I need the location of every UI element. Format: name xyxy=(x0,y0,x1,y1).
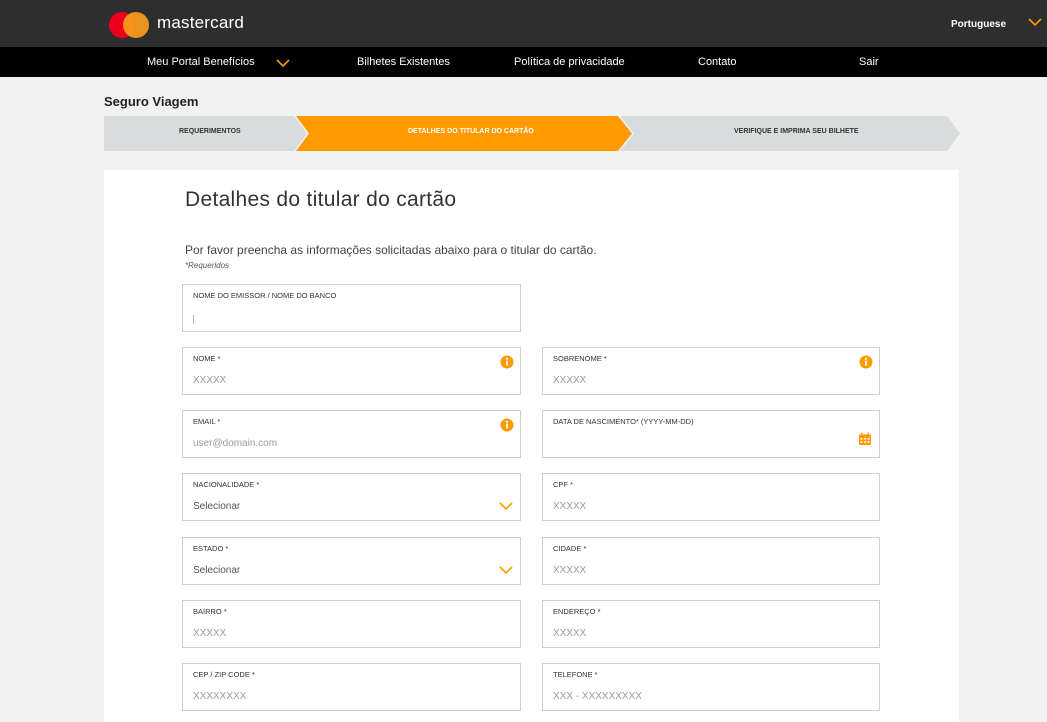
nav-item-contact[interactable]: Contato xyxy=(698,56,737,68)
nav-item-privacy[interactable]: Política de privacidade xyxy=(514,56,625,68)
field-label: EMAIL * xyxy=(193,417,221,426)
chevron-down-icon[interactable] xyxy=(499,565,513,575)
main-nav: Meu Portal Benefícios Bilhetes Existente… xyxy=(0,47,1047,77)
nav-item-tickets[interactable]: Bilhetes Existentes xyxy=(357,56,450,68)
field-label: ESTADO * xyxy=(193,544,229,553)
field-placeholder: user@domain.com xyxy=(193,438,278,449)
info-circle-icon[interactable] xyxy=(500,355,514,369)
field-placeholder: XXXXXXXX xyxy=(193,691,247,702)
chevron-down-icon[interactable] xyxy=(1028,17,1042,27)
first-name-field[interactable]: NOME * XXXXX xyxy=(182,347,521,395)
info-circle-icon[interactable] xyxy=(859,355,873,369)
chevron-down-icon[interactable] xyxy=(499,501,513,511)
chevron-down-icon[interactable] xyxy=(276,58,290,68)
nav-item-logout[interactable]: Sair xyxy=(859,56,879,68)
required-note: *Requeridos xyxy=(185,261,230,270)
field-label: ENDEREÇO * xyxy=(553,607,601,616)
field-placeholder: XXXXX xyxy=(193,375,227,386)
language-selector[interactable]: Portuguese xyxy=(951,19,1006,30)
step-cardholder-details: DETALHES DO TITULAR DO CARTÃO xyxy=(408,128,534,135)
nationality-select[interactable]: NACIONALIDADE * Selecionar xyxy=(182,473,521,521)
issuer-field[interactable]: NOME DO EMISSOR / NOME DO BANCO xyxy=(182,284,521,332)
step-verify-print: VERIFIQUE E IMPRIMA SEU BILHETE xyxy=(734,128,859,135)
select-value: Selecionar xyxy=(193,565,241,576)
text-cursor xyxy=(193,315,194,324)
city-field[interactable]: CIDADE * XXXXX xyxy=(542,537,880,585)
address-field[interactable]: ENDEREÇO * XXXXX xyxy=(542,600,880,648)
calendar-icon[interactable] xyxy=(858,432,872,446)
field-label: CIDADE * xyxy=(553,544,587,553)
form-card: Detalhes do titular do cartão Por favor … xyxy=(104,170,959,722)
phone-field[interactable]: TELEFONE * XXX - XXXXXXXXX xyxy=(542,663,880,711)
field-label: NACIONALIDADE * xyxy=(193,480,260,489)
info-circle-icon[interactable] xyxy=(500,418,514,432)
field-placeholder: XXXXX xyxy=(553,628,587,639)
neighborhood-field[interactable]: BAIRRO * XXXXX xyxy=(182,600,521,648)
field-label: DATA DE NASCIMENTO* (YYYY-MM-DD) xyxy=(553,417,694,426)
field-placeholder: XXXXX xyxy=(553,565,587,576)
top-bar: mastercard Portuguese xyxy=(0,0,1047,47)
field-label: CEP / ZIP CODE * xyxy=(193,670,255,679)
nav-item-portal[interactable]: Meu Portal Benefícios xyxy=(147,56,255,68)
state-select[interactable]: ESTADO * Selecionar xyxy=(182,537,521,585)
field-placeholder: XXX - XXXXXXXXX xyxy=(553,691,642,702)
field-placeholder: XXXXX xyxy=(193,628,227,639)
progress-steps: REQUERIMENTOS DETALHES DO TITULAR DO CAR… xyxy=(104,116,960,151)
field-label: TELEFONE * xyxy=(553,670,598,679)
form-intro: Por favor preencha as informações solici… xyxy=(185,243,597,257)
birth-date-field[interactable]: DATA DE NASCIMENTO* (YYYY-MM-DD) xyxy=(542,410,880,458)
zip-field[interactable]: CEP / ZIP CODE * XXXXXXXX xyxy=(182,663,521,711)
page-title: Seguro Viagem xyxy=(104,94,199,109)
field-label: NOME * xyxy=(193,354,221,363)
field-label: SOBRENOME * xyxy=(553,354,607,363)
form-title: Detalhes do titular do cartão xyxy=(185,188,457,211)
field-label: CPF * xyxy=(553,480,574,489)
cpf-field[interactable]: CPF * XXXXX xyxy=(542,473,880,521)
mastercard-logo-icon[interactable] xyxy=(109,12,151,38)
select-value: Selecionar xyxy=(193,501,241,512)
email-field[interactable]: EMAIL * user@domain.com xyxy=(182,410,521,458)
step-requirements: REQUERIMENTOS xyxy=(179,128,241,135)
brand-name: mastercard xyxy=(157,13,245,32)
field-placeholder: XXXXX xyxy=(553,375,587,386)
field-label: BAIRRO * xyxy=(193,607,227,616)
field-label: NOME DO EMISSOR / NOME DO BANCO xyxy=(193,291,337,300)
last-name-field[interactable]: SOBRENOME * XXXXX xyxy=(542,347,880,395)
field-placeholder: XXXXX xyxy=(553,501,587,512)
